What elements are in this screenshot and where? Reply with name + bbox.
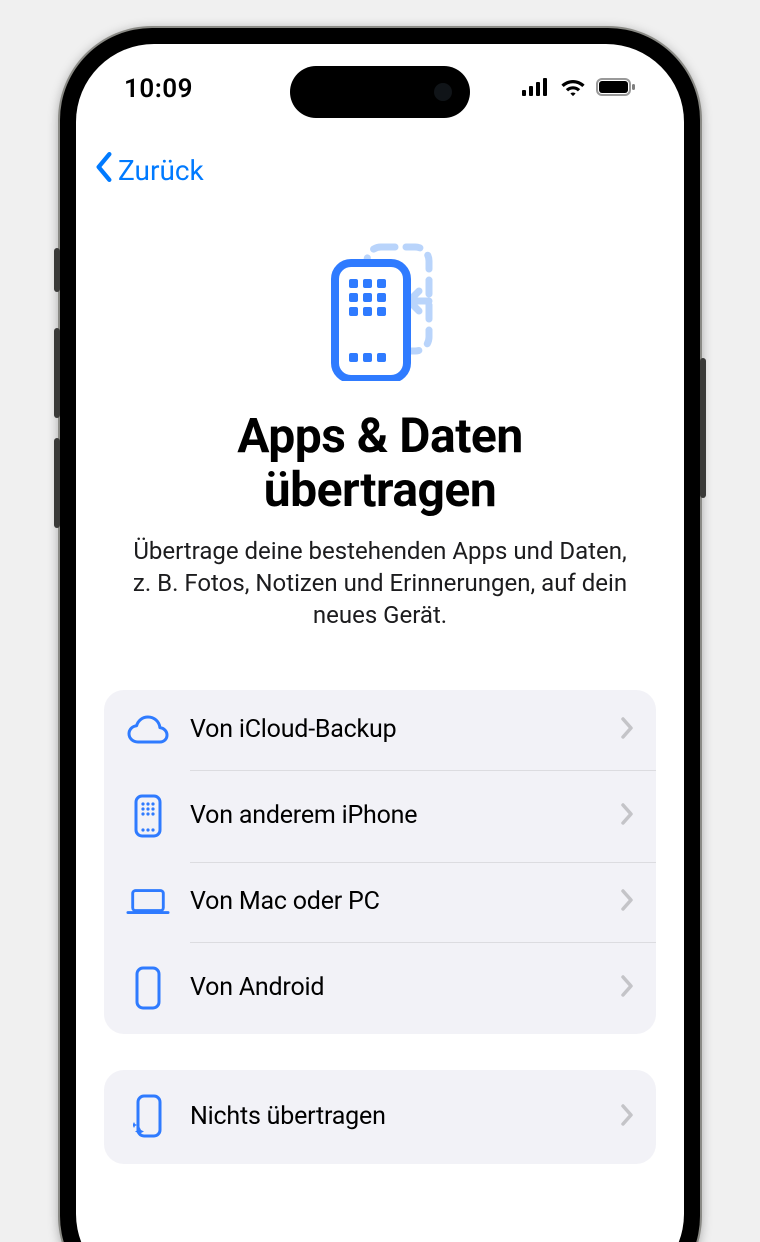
option-transfer-nothing[interactable]: Nichts übertragen — [104, 1070, 656, 1164]
phone-sparkle-icon — [126, 1094, 170, 1140]
volume-down-button — [54, 438, 60, 528]
chevron-right-icon — [620, 975, 634, 1001]
chevron-right-icon — [620, 717, 634, 743]
transfer-options-list: Von iCloud-Backup Von anderem iPhone — [104, 690, 656, 1034]
option-label: Von Mac oder PC — [190, 887, 600, 916]
dynamic-island — [290, 66, 470, 118]
wifi-icon — [560, 77, 586, 101]
chevron-right-icon — [620, 803, 634, 829]
option-android[interactable]: Von Android — [104, 942, 656, 1034]
volume-up-button — [54, 328, 60, 418]
cloud-icon — [126, 714, 170, 746]
status-time: 10:09 — [124, 74, 193, 104]
battery-icon — [596, 78, 636, 100]
chevron-right-icon — [620, 889, 634, 915]
side-button — [700, 358, 706, 498]
cellular-icon — [522, 78, 550, 100]
option-label: Nichts übertragen — [190, 1102, 600, 1131]
option-icloud-backup[interactable]: Von iCloud-Backup — [104, 690, 656, 770]
option-label: Von anderem iPhone — [190, 801, 600, 830]
laptop-icon — [126, 886, 170, 918]
chevron-right-icon — [620, 1104, 634, 1130]
page-title: Apps & Daten übertragen — [124, 409, 636, 517]
page-subtitle: Übertrage deine bestehenden Apps und Dat… — [124, 535, 636, 632]
back-button[interactable]: Zurück — [76, 144, 222, 197]
iphone-icon — [126, 794, 170, 838]
screen: 10:09 Zu — [76, 44, 684, 1242]
option-other-iphone[interactable]: Von anderem iPhone — [104, 770, 656, 862]
phone-icon — [126, 966, 170, 1010]
back-label: Zurück — [118, 154, 204, 187]
option-label: Von iCloud-Backup — [190, 715, 600, 744]
transfer-icon — [305, 241, 455, 381]
transfer-options-list-secondary: Nichts übertragen — [104, 1070, 656, 1164]
phone-frame: 10:09 Zu — [60, 28, 700, 1242]
option-mac-pc[interactable]: Von Mac oder PC — [104, 862, 656, 942]
option-label: Von Android — [190, 973, 600, 1002]
chevron-left-icon — [94, 152, 114, 189]
mute-switch — [54, 248, 60, 292]
